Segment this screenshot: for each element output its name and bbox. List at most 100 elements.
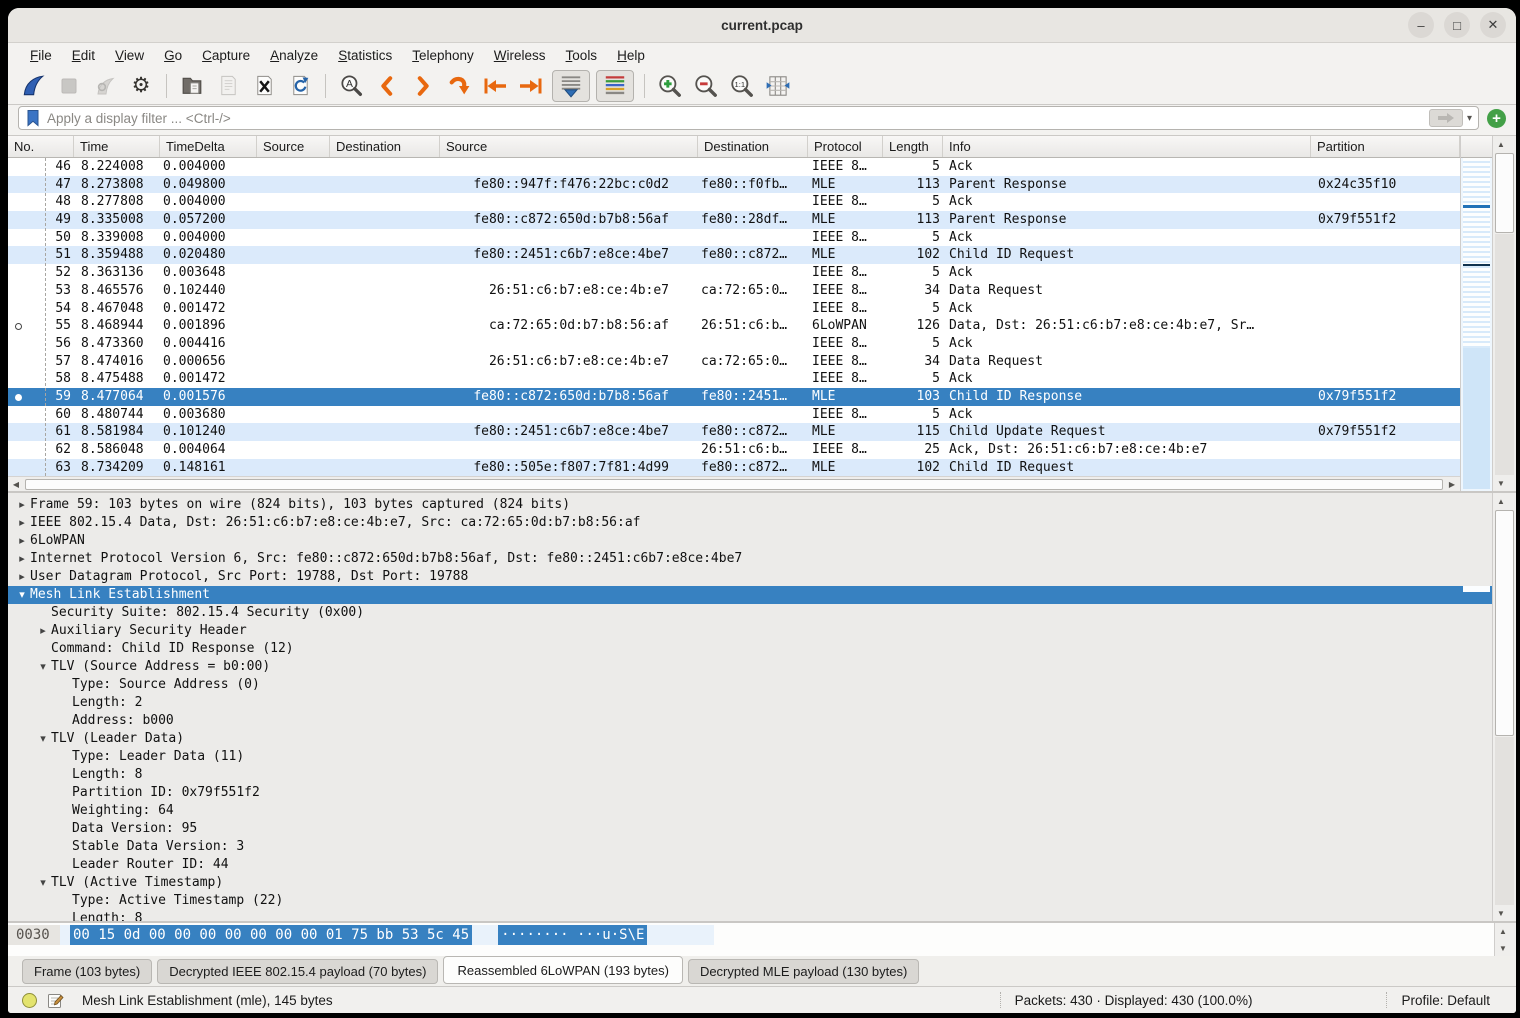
column-header-time[interactable]: Time bbox=[74, 136, 160, 157]
packet-row-52[interactable]: 528.3631360.003648IEEE 8…5Ack bbox=[8, 264, 1460, 282]
detail-vscroll-thumb[interactable] bbox=[1495, 510, 1514, 736]
detail-line[interactable]: Weighting: 64 bbox=[8, 802, 1492, 820]
hex-bytes-selected[interactable]: 00 15 0d 00 00 00 00 00 00 00 01 75 bb 5… bbox=[70, 925, 472, 945]
maximize-icon[interactable]: □ bbox=[1444, 12, 1470, 38]
scroll-up-icon[interactable]: ▲ bbox=[1493, 136, 1509, 152]
hscroll-thumb[interactable] bbox=[25, 479, 1443, 490]
bookmark-icon[interactable] bbox=[25, 109, 41, 127]
menu-file[interactable]: File bbox=[20, 46, 62, 65]
column-header-delta[interactable]: TimeDelta bbox=[160, 136, 257, 157]
status-profile[interactable]: Profile: Default bbox=[1401, 993, 1490, 1008]
menu-edit[interactable]: Edit bbox=[62, 46, 105, 65]
scroll-up-icon[interactable]: ▲ bbox=[1495, 923, 1511, 939]
column-header-dst1[interactable]: Destination bbox=[330, 136, 440, 157]
expander-collapsed-icon[interactable]: ▸ bbox=[35, 622, 51, 640]
detail-line[interactable]: Length: 8 bbox=[8, 910, 1492, 921]
zoom-out-icon[interactable] bbox=[691, 71, 721, 101]
menu-analyze[interactable]: Analyze bbox=[260, 46, 328, 65]
detail-line[interactable]: Security Suite: 802.15.4 Security (0x00) bbox=[8, 604, 1492, 622]
bytes-vscrollbar[interactable]: ▲ ▼ bbox=[1494, 923, 1516, 956]
detail-line[interactable]: ▸Internet Protocol Version 6, Src: fe80:… bbox=[8, 550, 1492, 568]
find-packet-icon[interactable]: A bbox=[336, 71, 366, 101]
expander-collapsed-icon[interactable]: ▸ bbox=[14, 514, 30, 532]
restart-capture-icon[interactable] bbox=[90, 71, 120, 101]
resize-columns-icon[interactable] bbox=[763, 71, 793, 101]
auto-scroll-icon[interactable] bbox=[552, 70, 590, 102]
expander-expanded-icon[interactable]: ▾ bbox=[35, 658, 51, 676]
scroll-down-icon[interactable]: ▼ bbox=[1493, 905, 1509, 921]
detail-vscroll-track[interactable] bbox=[1495, 737, 1514, 905]
detail-line[interactable]: Length: 8 bbox=[8, 766, 1492, 784]
detail-line[interactable]: ▾TLV (Source Address = b0:00) bbox=[8, 658, 1492, 676]
detail-line[interactable]: ▸IEEE 802.15.4 Data, Dst: 26:51:c6:b7:e8… bbox=[8, 514, 1492, 532]
detail-line[interactable]: ▾Mesh Link Establishment bbox=[8, 586, 1492, 604]
vscroll-track[interactable] bbox=[1495, 234, 1514, 475]
packet-row-56[interactable]: 568.4733600.004416IEEE 8…5Ack bbox=[8, 335, 1460, 353]
close-file-icon[interactable] bbox=[249, 71, 279, 101]
start-capture-icon[interactable] bbox=[18, 71, 48, 101]
go-first-packet-icon[interactable] bbox=[480, 71, 510, 101]
menu-capture[interactable]: Capture bbox=[192, 46, 260, 65]
detail-line[interactable]: Stable Data Version: 3 bbox=[8, 838, 1492, 856]
column-header-src1[interactable]: Source bbox=[257, 136, 330, 157]
packet-row-48[interactable]: 488.2778080.004000IEEE 8…5Ack bbox=[8, 193, 1460, 211]
packet-row-57[interactable]: 578.4740160.00065626:51:c6:b7:e8:ce:4b:e… bbox=[8, 353, 1460, 371]
menu-statistics[interactable]: Statistics bbox=[328, 46, 402, 65]
packet-row-59[interactable]: 598.4770640.001576fe80::c872:650d:b7b8:5… bbox=[8, 388, 1460, 406]
column-header-dst2[interactable]: Destination bbox=[698, 136, 808, 157]
column-header-no[interactable]: No. bbox=[8, 136, 74, 157]
minimize-icon[interactable]: – bbox=[1408, 12, 1434, 38]
packet-row-47[interactable]: 478.2738080.049800fe80::947f:f476:22bc:c… bbox=[8, 176, 1460, 194]
expander-expanded-icon[interactable]: ▾ bbox=[14, 586, 30, 604]
column-header-info[interactable]: Info bbox=[943, 136, 1311, 157]
colorize-icon[interactable] bbox=[596, 70, 634, 102]
stop-capture-icon[interactable] bbox=[54, 71, 84, 101]
detail-vscrollbar[interactable]: ▲ ▼ bbox=[1492, 493, 1516, 921]
packet-row-46[interactable]: 468.2240080.004000IEEE 8…5Ack bbox=[8, 158, 1460, 176]
packet-row-61[interactable]: 618.5819840.101240fe80::2451:c6b7:e8ce:4… bbox=[8, 423, 1460, 441]
detail-line[interactable]: ▸User Datagram Protocol, Src Port: 19788… bbox=[8, 568, 1492, 586]
byte-tab[interactable]: Reassembled 6LoWPAN (193 bytes) bbox=[443, 956, 682, 984]
detail-line[interactable]: Type: Source Address (0) bbox=[8, 676, 1492, 694]
packet-row-54[interactable]: 548.4670480.001472IEEE 8…5Ack bbox=[8, 300, 1460, 318]
column-header-part[interactable]: Partition bbox=[1311, 136, 1460, 157]
detail-line[interactable]: ▸Auxiliary Security Header bbox=[8, 622, 1492, 640]
open-file-icon[interactable] bbox=[177, 71, 207, 101]
filter-dropdown-caret[interactable]: ▾ bbox=[1467, 113, 1472, 124]
packet-list-hscrollbar[interactable]: ◀ ▶ bbox=[8, 476, 1460, 491]
byte-tab[interactable]: Frame (103 bytes) bbox=[22, 959, 152, 984]
scroll-left-icon[interactable]: ◀ bbox=[8, 477, 24, 491]
detail-line[interactable]: ▾TLV (Active Timestamp) bbox=[8, 874, 1492, 892]
packet-row-55[interactable]: 558.4689440.001896ca:72:65:0d:b7:b8:56:a… bbox=[8, 317, 1460, 335]
menu-go[interactable]: Go bbox=[154, 46, 192, 65]
detail-line[interactable]: Length: 2 bbox=[8, 694, 1492, 712]
detail-line[interactable]: ▸6LoWPAN bbox=[8, 532, 1492, 550]
menu-help[interactable]: Help bbox=[607, 46, 655, 65]
menu-tools[interactable]: Tools bbox=[556, 46, 608, 65]
go-to-packet-icon[interactable] bbox=[444, 71, 474, 101]
column-header-proto[interactable]: Protocol bbox=[808, 136, 883, 157]
expander-collapsed-icon[interactable]: ▸ bbox=[14, 568, 30, 586]
display-filter-input[interactable]: Apply a display filter ... <Ctrl-/> ▾ bbox=[18, 106, 1479, 130]
detail-line[interactable]: ▸Frame 59: 103 bytes on wire (824 bits),… bbox=[8, 496, 1492, 514]
packet-row-49[interactable]: 498.3350080.057200fe80::c872:650d:b7b8:5… bbox=[8, 211, 1460, 229]
detail-line[interactable]: Leader Router ID: 44 bbox=[8, 856, 1492, 874]
titlebar[interactable]: current.pcap – □ ✕ bbox=[8, 8, 1516, 43]
packet-row-50[interactable]: 508.3390080.004000IEEE 8…5Ack bbox=[8, 229, 1460, 247]
detail-line[interactable]: Partition ID: 0x79f551f2 bbox=[8, 784, 1492, 802]
capture-options-icon[interactable]: ⚙ bbox=[126, 71, 156, 101]
hex-ascii-selected[interactable]: ········ ···u·S\E bbox=[498, 925, 647, 945]
menu-view[interactable]: View bbox=[105, 46, 154, 65]
go-back-icon[interactable] bbox=[372, 71, 402, 101]
status-field-info[interactable]: Mesh Link Establishment (mle), 145 bytes bbox=[82, 993, 333, 1008]
packet-row-60[interactable]: 608.4807440.003680IEEE 8…5Ack bbox=[8, 406, 1460, 424]
packet-list-vscrollbar[interactable]: ▲ ▼ bbox=[1492, 136, 1516, 491]
byte-tab[interactable]: Decrypted IEEE 802.15.4 payload (70 byte… bbox=[157, 959, 438, 984]
detail-line[interactable]: Command: Child ID Response (12) bbox=[8, 640, 1492, 658]
detail-line[interactable]: Type: Active Timestamp (22) bbox=[8, 892, 1492, 910]
packet-row-51[interactable]: 518.3594880.020480fe80::2451:c6b7:e8ce:4… bbox=[8, 246, 1460, 264]
expert-info-icon[interactable] bbox=[22, 993, 37, 1008]
vscroll-thumb[interactable] bbox=[1495, 153, 1514, 233]
zoom-original-icon[interactable]: 1:1 bbox=[727, 71, 757, 101]
reload-file-icon[interactable] bbox=[285, 71, 315, 101]
